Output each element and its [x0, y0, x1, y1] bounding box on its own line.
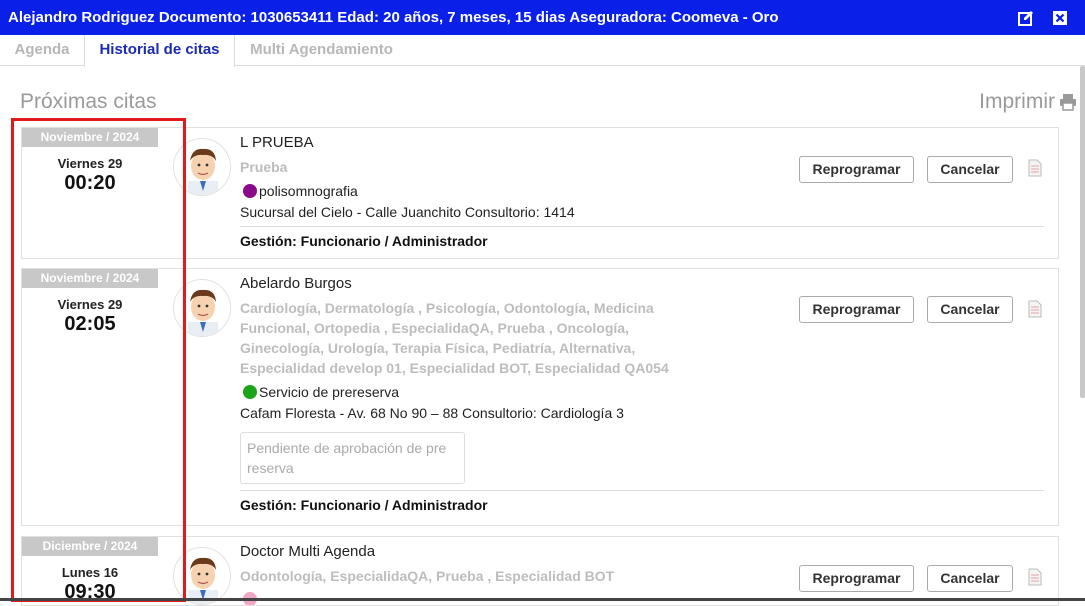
appointment-time: 00:20: [64, 172, 116, 194]
appointment-date: Noviembre / 2024 Viernes 29 00:20: [22, 128, 158, 195]
specialties: Odontología, EspecialidaQA, Prueba , Esp…: [240, 568, 615, 584]
address: Cafam Floresta - Av. 68 No 90 – 88 Consu…: [240, 405, 624, 421]
reschedule-button[interactable]: Reprogramar: [799, 296, 914, 323]
service-status-dot: [243, 184, 257, 198]
tab-historial-de-citas[interactable]: Historial de citas: [84, 35, 235, 67]
service: Servicio de prereserva: [240, 384, 1044, 400]
appointment-details: Abelardo Burgos Cardiología, Dermatologí…: [240, 275, 1044, 513]
service-status-dot: [243, 385, 257, 399]
reschedule-button[interactable]: Reprogramar: [799, 565, 914, 592]
document-icon[interactable]: [1028, 159, 1042, 182]
address: Sucursal del Cielo - Calle Juanchito Con…: [240, 204, 575, 220]
appointment-day: Viernes 29: [57, 297, 123, 312]
gestion-label: Gestión: Funcionario / Administrador: [240, 233, 488, 249]
appointment-details: Doctor Multi Agenda Odontología, Especia…: [240, 543, 1044, 605]
cancel-button[interactable]: Cancelar: [927, 156, 1013, 183]
print-link[interactable]: Imprimir: [979, 90, 1055, 114]
cancel-button[interactable]: Cancelar: [927, 565, 1013, 592]
appointment-month: Diciembre / 2024: [22, 537, 158, 556]
divider: [240, 490, 1044, 491]
appointment-day: Lunes 16: [61, 565, 119, 580]
appointment-card: Diciembre / 2024 Lunes 16 09:30 Doctor M…: [21, 536, 1059, 606]
tab-bar: Agenda Historial de citas Multi Agendami…: [0, 35, 1085, 67]
scrollbar[interactable]: [1080, 66, 1085, 398]
specialties: Prueba: [240, 159, 288, 175]
specialties: Cardiología, Dermatología , Psicología, …: [240, 300, 669, 376]
doctor-avatar: [173, 279, 231, 337]
divider: [240, 226, 1044, 227]
appointment-date: Diciembre / 2024 Lunes 16 09:30: [22, 537, 158, 604]
appointment-card: Noviembre / 2024 Viernes 29 00:20 L PRUE…: [21, 127, 1059, 259]
doctor-name: Doctor Multi Agenda: [240, 543, 376, 560]
doctor-avatar: [173, 138, 231, 196]
doctor-name: L PRUEBA: [240, 134, 314, 151]
patient-info: Alejandro Rodriguez Documento: 103065341…: [8, 9, 779, 26]
edit-icon[interactable]: [1017, 9, 1035, 27]
appointment-card: Noviembre / 2024 Viernes 29 02:05 Abelar…: [21, 268, 1059, 526]
doctor-avatar: [173, 547, 231, 605]
cancel-button[interactable]: Cancelar: [927, 296, 1013, 323]
gestion-label: Gestión: Funcionario / Administrador: [240, 497, 488, 513]
appointment-month: Noviembre / 2024: [22, 128, 158, 147]
tab-multi-agendamiento[interactable]: Multi Agendamiento: [235, 35, 408, 66]
document-icon[interactable]: [1028, 300, 1042, 323]
appointment-time: 02:05: [64, 313, 116, 335]
bottom-border: [0, 598, 1085, 601]
reschedule-button[interactable]: Reprogramar: [799, 156, 914, 183]
pending-approval-note: Pendiente de aprobación de pre reserva: [240, 432, 465, 484]
appointment-month: Noviembre / 2024: [22, 269, 158, 288]
patient-header: Alejandro Rodriguez Documento: 103065341…: [0, 0, 1085, 35]
tab-agenda[interactable]: Agenda: [0, 35, 84, 66]
doctor-name: Abelardo Burgos: [240, 275, 352, 292]
appointment-date: Noviembre / 2024 Viernes 29 02:05: [22, 269, 158, 336]
appointment-details: L PRUEBA Prueba polisomnografia Sucursal…: [240, 134, 1044, 249]
section-title: Próximas citas: [20, 90, 157, 113]
document-icon[interactable]: [1028, 568, 1042, 591]
service-name: polisomnografia: [259, 183, 358, 199]
appointment-day: Viernes 29: [57, 156, 123, 171]
service: polisomnografia: [240, 183, 1044, 199]
service-name: Servicio de prereserva: [259, 384, 400, 400]
printer-icon[interactable]: [1059, 93, 1077, 116]
close-icon[interactable]: [1051, 9, 1069, 27]
